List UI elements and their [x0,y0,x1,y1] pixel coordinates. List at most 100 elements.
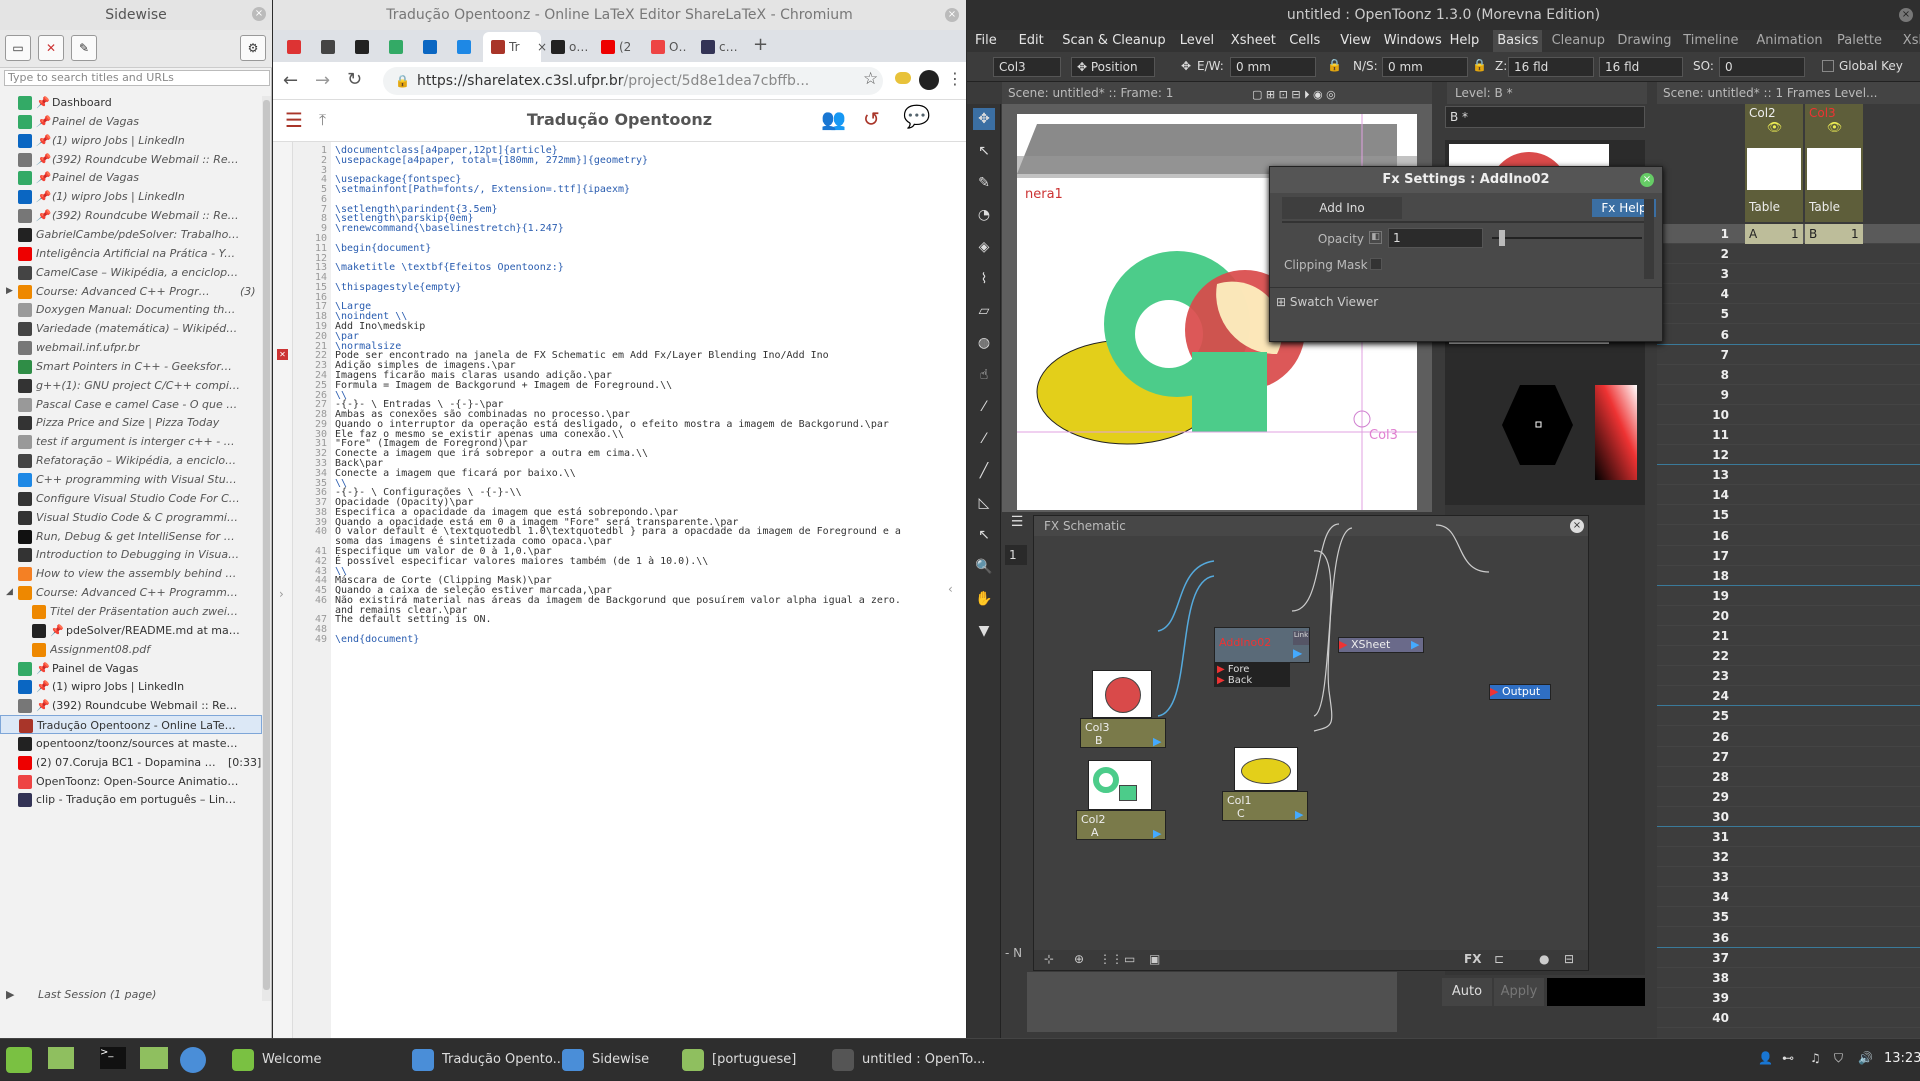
code-line[interactable]: \renewcommand{\baselinestretch}{1.247} [335,223,564,235]
xsheet-row[interactable]: 13 [1657,465,1920,486]
xsheet-row[interactable]: 8 [1657,365,1920,385]
xsheet-row[interactable]: 6 [1657,325,1920,345]
rgb-picker-icon[interactable]: ⁄ [973,428,995,450]
menu-view[interactable]: View [1340,30,1371,52]
color-gradient[interactable] [1595,385,1637,480]
xsheet-row[interactable]: 39 [1657,988,1920,1008]
xsheet-cells[interactable]: 1 A 1 B 1 2 3 4 5 6 7 8 9 10 11 12 13 14 15 16 17 18 19 20 21 22 2… [1657,224,1920,1028]
menu-basics[interactable]: Basics [1493,30,1543,52]
xsheet-row[interactable]: 17 [1657,546,1920,566]
browser-tab[interactable] [313,32,345,62]
xsheet-row[interactable]: 28 [1657,767,1920,787]
col3-node[interactable]: Col3 B ▶ [1080,718,1166,748]
close-tab-icon[interactable]: ✕ [38,35,64,61]
code-line[interactable]: \setmainfont[Path=fonts/, Extension=.ttf… [335,184,630,196]
col2-node[interactable]: Col2 A ▶ [1076,810,1166,840]
list-item[interactable]: C++ programming with Visual Studio Code [0,470,262,489]
menu-xsheet[interactable]: Xsheet [1903,30,1920,52]
level-select[interactable]: B * [1445,106,1645,128]
eye-icon[interactable]: 👁 [1827,120,1842,134]
xsheet-row[interactable]: 29 [1657,787,1920,807]
code-line[interactable]: É possível especificar valores maiores t… [335,556,708,568]
error-icon[interactable]: ✕ [277,349,288,361]
close-icon[interactable]: × [1899,8,1913,22]
list-item[interactable]: OpenToonz: Open-Source Animation Prod... [0,772,262,791]
menu-edit[interactable]: Edit [1019,30,1044,52]
xsheet-row[interactable]: 16 [1657,526,1920,546]
menu-palette[interactable]: Palette [1837,30,1882,52]
browser-tab[interactable] [279,32,311,62]
browser-tab[interactable]: openi [543,32,591,62]
output-icon[interactable]: ● [1539,952,1549,966]
list-item[interactable]: GabrielCambe/pdeSolver: Trabalho 1 da d.… [0,225,262,244]
note-icon[interactable]: ✎ [71,35,97,61]
list-item[interactable]: 📌(392) Roundcube Webmail :: Resulta... [0,150,262,169]
menu-xsheet[interactable]: Xsheet [1231,30,1276,52]
style-picker-icon[interactable]: ⁄ [973,396,995,418]
list-item[interactable]: Run, Debug & get IntelliSense for C C++ … [0,527,262,546]
menu-timeline[interactable]: Timeline [1683,30,1738,52]
xsheet-row[interactable]: 23 [1657,666,1920,687]
history-icon[interactable]: ↺ [863,107,880,131]
xsheet-row[interactable]: 21 [1657,626,1920,646]
list-item[interactable]: 📌 Dashboard [0,93,262,112]
scrollbar-thumb[interactable] [263,100,270,990]
share-icon[interactable]: 👥 [821,107,846,131]
skeleton-tool-icon[interactable]: ↖ [973,524,995,546]
xsheet-row[interactable]: 7 [1657,345,1920,365]
taskbar-item[interactable]: untitled : OpenTo... [830,1045,990,1075]
extension-icon[interactable] [895,72,911,84]
browser-tab[interactable] [449,32,481,62]
code-line[interactable]: \end{document} [335,634,419,646]
finger-tool-icon[interactable]: ☝ [973,364,995,386]
xsheet-row[interactable]: 38 [1657,968,1920,988]
browser-tab[interactable]: clip · [693,32,741,62]
mint-menu-icon[interactable] [6,1047,32,1073]
fit-icon[interactable]: ⊹ [1044,952,1054,966]
geometric-tool-icon[interactable]: ◔ [973,204,995,226]
close-icon[interactable]: × [1640,173,1654,187]
control-point-icon[interactable]: ╱ [973,460,995,482]
xsheet-row[interactable]: 15 [1657,505,1920,526]
xsheet-row[interactable]: 1A1B1 [1657,224,1920,244]
new-tab-icon[interactable]: + [753,34,768,55]
xsheet-row[interactable]: 31 [1657,827,1920,847]
tab-add-ino[interactable]: Add Ino [1282,197,1402,219]
list-item[interactable]: CamelCase – Wikipédia, a enciclopédia li… [0,263,262,282]
network-icon[interactable]: ⊷ [1782,1051,1794,1065]
eraser-icon[interactable]: ▱ [973,300,995,322]
xsheet-row[interactable]: 33 [1657,867,1920,888]
list-item[interactable]: test if argument is interger c++ - Pesqu… [0,432,262,451]
browser-tab[interactable] [381,32,413,62]
column-header[interactable]: Col2 👁 Table [1745,104,1803,222]
xsheet-row[interactable]: 12 [1657,445,1920,466]
gear-icon[interactable]: ⚙ [240,35,266,61]
auto-apply-button[interactable]: Auto [1442,978,1492,1006]
animate-tool-icon[interactable]: ✥ [973,108,995,130]
list-item[interactable]: g++(1): GNU project C/C++ compiler - Lin… [0,376,262,395]
code-line[interactable]: Formula = Imagem de Backgorund + Imagem … [335,380,672,392]
slider-handle[interactable] [1499,230,1505,246]
zoom-tool-icon[interactable]: 🔍 [973,556,995,578]
code-line[interactable]: \thispagestyle{empty} [335,282,461,294]
list-item[interactable]: 📌 Painel de Vagas [0,112,262,131]
list-item[interactable]: (2) 07.Coruja BC1 - Dopamina - Yo... [0:3… [0,753,262,772]
search-input[interactable]: Type to search titles and URLs [4,70,270,86]
back-port[interactable]: ▶ Back [1217,675,1252,686]
pinch-tool-icon[interactable]: ◺ [973,492,995,514]
menu-animation[interactable]: Animation [1756,30,1822,52]
apply-button[interactable]: Apply [1494,978,1544,1006]
code-line[interactable]: \usepackage[a4paper, total={180mm, 272mm… [335,155,648,167]
volume-icon[interactable]: 🔊 [1858,1051,1873,1065]
xsheet-row[interactable]: 18 [1657,566,1920,586]
code-line[interactable]: \begin{document} [335,243,431,255]
menu-icon[interactable]: ⋮ [947,69,963,88]
code-line[interactable]: Conecte a imagem que ficará por baixo.\\ [335,468,576,480]
list-item[interactable]: 📌 (1) wipro Jobs | LinkedIn [0,677,262,696]
list-item[interactable]: Tradução Opentoonz - Online LaTeX Edito.… [0,715,262,735]
output-port[interactable]: ▶ [1293,646,1302,660]
list-item[interactable]: Configure Visual Studio Code For C++ De.… [0,489,262,508]
xsheet-cell[interactable]: B1 [1805,224,1863,244]
taskbar-item[interactable]: [portuguese] [680,1045,840,1075]
list-item[interactable]: 📌 (1) wipro Jobs | LinkedIn [0,187,262,206]
